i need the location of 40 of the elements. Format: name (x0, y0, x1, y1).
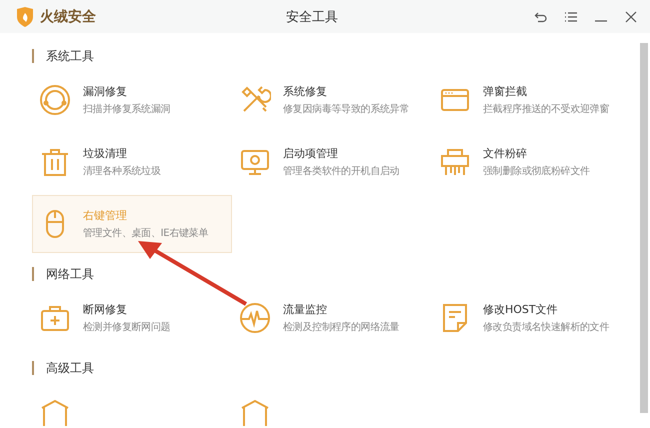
tool-name: 修改HOST文件 (483, 302, 559, 317)
tool-item[interactable]: 修改HOST文件 修改负责域名快速解析的文件 (432, 289, 632, 347)
tool-description: 拦截程序推送的不受欢迎弹窗 (483, 102, 610, 116)
tool-name: 右键管理 (83, 208, 128, 223)
tool-name: 启动项管理 (283, 146, 339, 161)
tool-item[interactable]: 启动项管理 管理各类软件的开机自启动 (232, 133, 432, 191)
tool-description: 修改负责域名快速解析的文件 (483, 320, 610, 334)
tool-item[interactable]: 垃圾清理 清理各种系统垃圾 (32, 133, 232, 191)
app-name: 火绒安全 (40, 8, 96, 26)
shredder-icon (439, 146, 471, 178)
tool-item[interactable]: 文件粉碎 强制删除或彻底粉碎文件 (432, 133, 632, 191)
tool-description: 扫描并修复系统漏洞 (83, 102, 170, 116)
shield-logo-icon (16, 6, 34, 26)
undo-icon[interactable] (534, 10, 548, 24)
tool-description: 管理各类软件的开机自启动 (283, 164, 400, 178)
tool-description: 清理各种系统垃圾 (83, 164, 161, 178)
tool-name: 弹窗拦截 (483, 84, 528, 99)
tool-name: 流量监控 (283, 302, 328, 317)
ring-icon (39, 84, 71, 116)
tool-item[interactable]: 漏洞修复 扫描并修复系统漏洞 (32, 71, 232, 129)
tool-name: 断网修复 (83, 302, 128, 317)
tool-description: 强制删除或彻底粉碎文件 (483, 164, 590, 178)
tool-item[interactable]: 系统修复 修复因病毒等导致的系统异常 (232, 71, 432, 129)
menu-icon[interactable] (564, 10, 578, 24)
window-title: 安全工具 (285, 8, 339, 26)
tool-description: 管理文件、桌面、IE右键菜单 (83, 226, 208, 240)
tool-name: 系统修复 (283, 84, 328, 99)
tool-description: 修复因病毒等导致的系统异常 (283, 102, 410, 116)
tool-name: 垃圾清理 (83, 146, 128, 161)
tool-name: 漏洞修复 (83, 84, 128, 99)
scrollbar-thumb[interactable] (640, 43, 648, 413)
tool-description: 检测并修复断网问题 (83, 320, 170, 334)
tool-item[interactable]: 断网修复 检测并修复断网问题 (32, 289, 232, 347)
tool-description: 检测及控制程序的网络流量 (283, 320, 400, 334)
tool-name: 文件粉碎 (483, 146, 528, 161)
tool-item[interactable]: 弹窗拦截 拦截程序推送的不受欢迎弹窗 (432, 71, 632, 129)
close-icon[interactable] (624, 10, 638, 24)
trash-icon (39, 146, 71, 178)
pulse-icon (239, 302, 271, 334)
tool-item[interactable]: 流量监控 检测及控制程序的网络流量 (232, 289, 432, 347)
